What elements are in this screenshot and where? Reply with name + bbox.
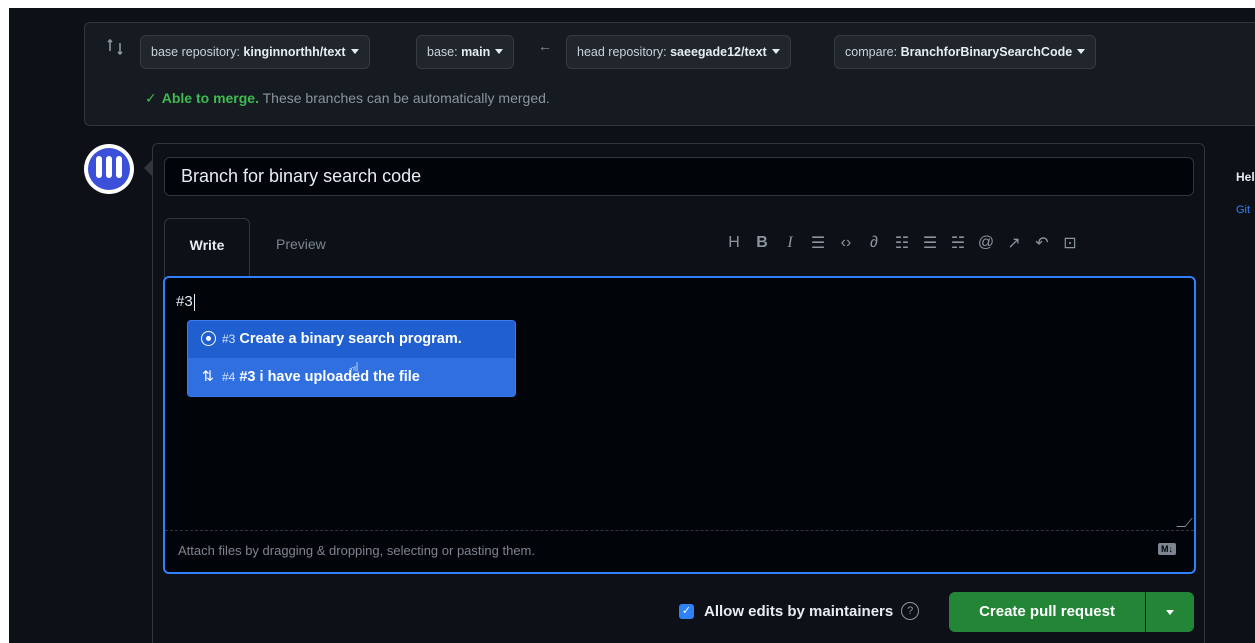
suggestion-item[interactable]: #3 Create a binary search program. <box>188 321 515 358</box>
link-icon[interactable]: ∂ <box>860 234 888 252</box>
card-pointer <box>144 160 152 176</box>
quote-icon[interactable]: ☰ <box>804 233 832 253</box>
help-icon[interactable]: ? <box>901 602 920 620</box>
hand-cursor-icon: ☝ <box>348 360 361 382</box>
merge-status: Able to merge. <box>161 90 259 106</box>
avatar-mark <box>116 156 122 178</box>
heading-icon[interactable]: H <box>720 234 748 252</box>
fullscreen-icon[interactable]: ⊡ <box>1056 233 1084 253</box>
compare-branch-select[interactable]: compare: BranchforBinarySearchCode <box>834 35 1097 69</box>
chevron-down-icon <box>495 49 504 55</box>
create-options-dropdown[interactable] <box>1146 592 1194 632</box>
base-repository-select[interactable]: base repository: kinginnorthh/text <box>140 35 370 69</box>
avatar-mark <box>106 156 112 178</box>
markdown-icon[interactable]: M↓ <box>1158 543 1176 555</box>
task-list-icon[interactable]: ☵ <box>944 233 972 253</box>
suggestion-text: Create a binary search program. <box>239 331 462 347</box>
reference-icon[interactable]: ↗ <box>1000 233 1028 253</box>
sidebar-help-link[interactable]: Git <box>1236 204 1250 216</box>
italic-icon[interactable]: I <box>776 234 804 252</box>
text-cursor <box>193 293 195 311</box>
sidebar-help-title: Hel <box>1236 170 1255 184</box>
chevron-down-icon <box>1077 49 1086 55</box>
attach-files-hint: Attach files by dragging & dropping, sel… <box>178 543 535 558</box>
tab-write[interactable]: Write <box>164 218 250 278</box>
issue-icon <box>198 321 218 358</box>
screen-edge-top <box>0 0 1255 8</box>
compare-branch-value: BranchforBinarySearchCode <box>900 45 1073 59</box>
head-repository-value: saeegade12/text <box>670 45 767 59</box>
compare-branch-label: compare: <box>845 45 901 59</box>
suggestion-text: #3 i have uploaded the file <box>239 369 420 385</box>
avatar[interactable] <box>84 144 134 194</box>
base-repository-label: base repository: <box>151 45 244 59</box>
unordered-list-icon[interactable]: ☷ <box>888 233 916 253</box>
head-repository-label: head repository: <box>577 45 671 59</box>
bold-icon[interactable]: B <box>748 234 776 252</box>
pull-request-icon: ⇅ <box>201 369 215 385</box>
base-branch-label: base: <box>427 45 462 59</box>
suggestion-number: #3 <box>222 332 236 346</box>
markdown-toolbar: H B I ☰ ‹› ∂ ☷ ☰ ☵ @ ↗ ↶ ⊡ <box>720 232 1084 254</box>
avatar-mark <box>96 156 102 178</box>
chevron-down-icon <box>350 49 359 55</box>
head-repository-select[interactable]: head repository: saeegade12/text <box>566 35 791 69</box>
merge-message: These branches can be automatically merg… <box>258 90 550 106</box>
allow-edits-checkbox[interactable]: ✓ <box>679 603 694 619</box>
body-text-value: #3 <box>176 293 193 310</box>
base-repository-value: kinginnorthh/text <box>243 45 346 59</box>
tab-preview[interactable]: Preview <box>276 236 326 252</box>
allow-edits-label: Allow edits by maintainers <box>704 602 894 620</box>
create-pull-request-button[interactable]: Create pull request <box>949 592 1145 632</box>
arrow-left-icon: ← <box>538 38 552 54</box>
allow-edits-option[interactable]: ✓ Allow edits by maintainers ? <box>679 602 920 620</box>
check-icon: ✓ <box>145 90 157 106</box>
title-input[interactable]: Branch for binary search code <box>164 157 1194 196</box>
screen-edge-left <box>0 0 9 643</box>
mention-icon[interactable]: @ <box>972 234 1000 252</box>
body-text[interactable]: #3 <box>176 293 195 311</box>
reply-icon[interactable]: ↶ <box>1028 233 1056 253</box>
ordered-list-icon[interactable]: ☰ <box>916 233 944 253</box>
base-branch-select[interactable]: base: main <box>416 35 515 69</box>
suggestion-number: #4 <box>222 370 236 384</box>
chevron-down-icon <box>771 49 780 55</box>
base-branch-value: main <box>461 45 491 59</box>
code-icon[interactable]: ‹› <box>832 234 860 252</box>
compare-arrows-icon <box>107 38 123 56</box>
merge-status-line: ✓ Able to merge. These branches can be au… <box>145 90 550 107</box>
